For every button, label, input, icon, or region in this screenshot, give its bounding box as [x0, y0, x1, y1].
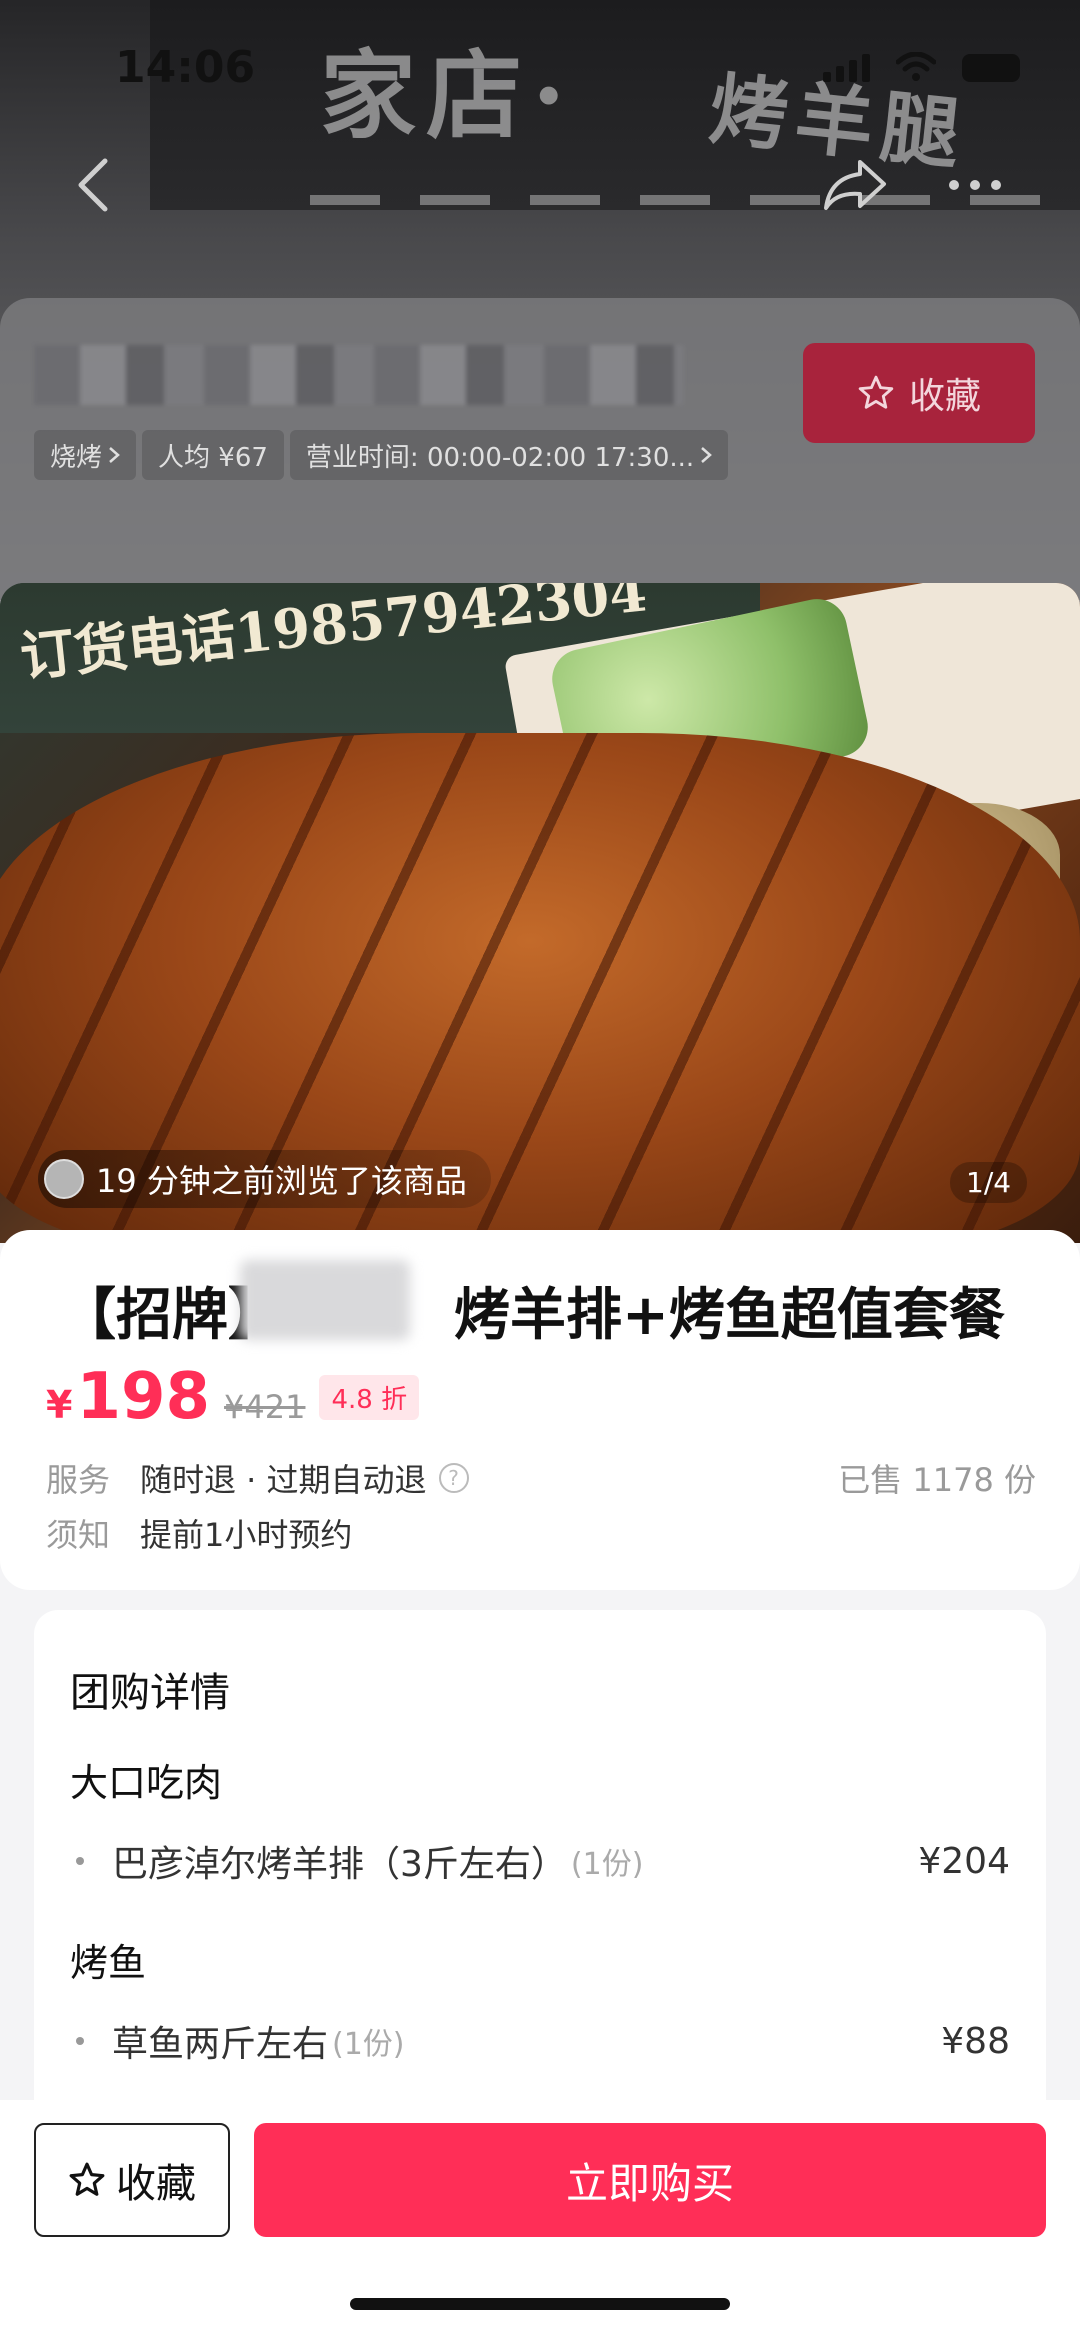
- chevron-right-icon: [109, 447, 120, 463]
- product-image[interactable]: 订货电话19857942304: [0, 583, 1080, 1243]
- buy-now-button[interactable]: 立即购买: [254, 2123, 1046, 2237]
- avatar: [44, 1159, 84, 1199]
- discount-badge: 4.8 折: [319, 1374, 420, 1420]
- list-item: 草鱼两斤左右 (1份) ¥88: [70, 2015, 1010, 2067]
- recent-viewer-text: 19 分钟之前浏览了该商品: [96, 1162, 467, 1200]
- list-item: 巴彦淖尔烤羊排（3斤左右） (1份) ¥204: [70, 1835, 1010, 1887]
- title-redacted: [240, 1260, 410, 1340]
- more-button[interactable]: [940, 150, 1010, 220]
- share-icon: [824, 160, 886, 210]
- chevron-left-icon: [78, 158, 108, 212]
- notice-label: 须知: [46, 1516, 111, 1554]
- share-button[interactable]: [820, 150, 890, 220]
- product-info-card: 【招牌】 烤羊排+烤鱼超值套餐 ¥ 198 ¥421 4.8 折 服务 随时退 ·…: [0, 1230, 1080, 1590]
- store-favorite-label: 收藏: [908, 376, 981, 417]
- store-favorite-button[interactable]: 收藏: [803, 343, 1035, 443]
- star-outline-icon: [858, 375, 894, 409]
- item-name: 巴彦淖尔烤羊排（3斤左右）: [112, 1844, 567, 1885]
- status-time: 14:06: [115, 42, 256, 93]
- notice-value: 提前1小时预约: [140, 1516, 353, 1554]
- original-price: ¥421: [224, 1388, 306, 1426]
- service-label: 服务: [46, 1461, 111, 1499]
- item-qty: (1份): [570, 1847, 644, 1882]
- star-outline-icon: [69, 2162, 105, 2196]
- back-button[interactable]: [58, 150, 128, 220]
- help-icon[interactable]: ?: [438, 1463, 469, 1493]
- store-tag-avg-price: 人均 ¥67: [142, 430, 284, 480]
- recent-viewer-pill: 19 分钟之前浏览了该商品: [38, 1150, 491, 1208]
- store-tag-category[interactable]: 烧烤: [34, 430, 137, 480]
- battery-icon: [962, 54, 1020, 82]
- home-indicator: [350, 2298, 730, 2310]
- store-tags: 烧烤 人均 ¥67 营业时间: 00:00-02:00 17:30...: [34, 430, 729, 480]
- bullet: [76, 2037, 84, 2045]
- product-title: 【招牌】 烤羊排+烤鱼超值套餐: [60, 1283, 1005, 1348]
- chevron-right-icon: [701, 447, 713, 463]
- section-title: 大口吃肉: [70, 1761, 223, 1805]
- price-currency: ¥: [46, 1383, 73, 1427]
- wifi-icon: [896, 52, 936, 81]
- signal-icon: [823, 52, 870, 82]
- item-price: ¥88: [941, 2020, 1010, 2062]
- more-icon: [949, 180, 1001, 190]
- image-page-indicator: 1/4: [950, 1162, 1028, 1203]
- store-tag-hours[interactable]: 营业时间: 00:00-02:00 17:30...: [289, 430, 729, 480]
- price-value: 198: [76, 1360, 211, 1434]
- favorite-button[interactable]: 收藏: [34, 2123, 230, 2237]
- service-value: 随时退 · 过期自动退: [140, 1461, 427, 1499]
- item-price: ¥204: [918, 1840, 1010, 1882]
- details-title: 团购详情: [70, 1670, 230, 1716]
- bullet: [76, 1857, 84, 1865]
- item-name: 草鱼两斤左右: [112, 2024, 329, 2065]
- sold-count: 已售 1178 份: [838, 1461, 1036, 1499]
- section-title: 烤鱼: [70, 1941, 147, 1985]
- service-row[interactable]: 服务 随时退 · 过期自动退 ? 已售 1178 份: [46, 1455, 1036, 1501]
- price-row: ¥ 198 ¥421 4.8 折: [46, 1360, 420, 1434]
- notice-row: 须知 提前1小时预约: [46, 1510, 352, 1556]
- status-bar: 14:06: [0, 0, 1080, 140]
- store-name-redacted: [34, 345, 684, 405]
- favorite-label: 收藏: [116, 2161, 196, 2207]
- item-qty: (1份): [332, 2027, 405, 2062]
- status-icons: [823, 52, 1020, 82]
- group-details-card: 团购详情 大口吃肉 巴彦淖尔烤羊排（3斤左右） (1份) ¥204 烤鱼 草鱼两…: [34, 1610, 1046, 2130]
